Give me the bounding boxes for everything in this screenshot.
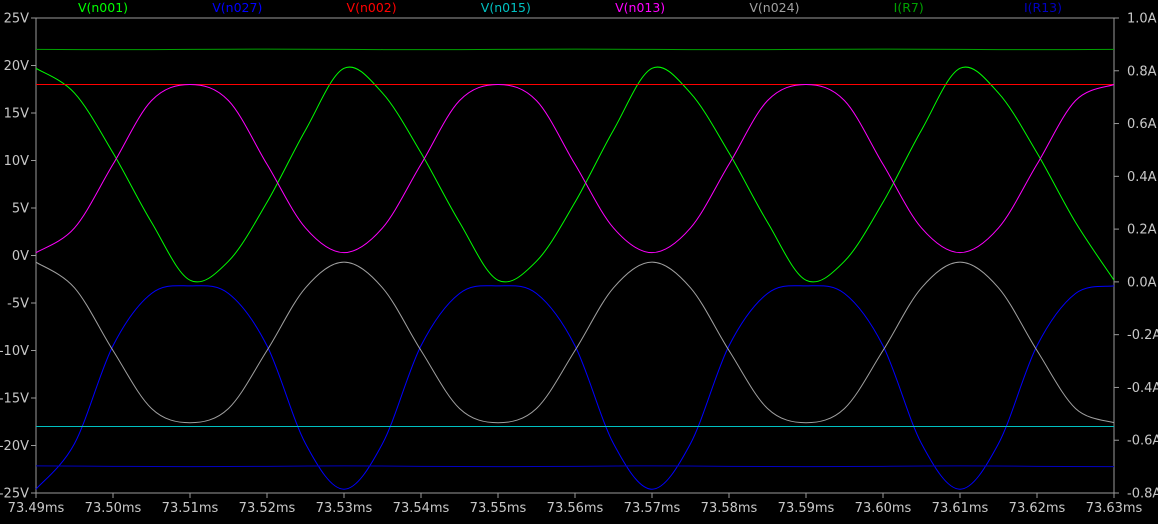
y-left-tick-label: -15V [0,392,29,407]
x-tick-label: 73.52ms [239,501,296,516]
x-tick-label: 73.58ms [701,501,758,516]
y-left-tick-label: 5V [12,202,29,217]
plot-canvas: 25V 20V 15V 10V 5V 0V -5V -10V -15V -20V -25V 1.0A 0… [0,0,1158,516]
x-tick-label: 73.51ms [162,501,219,516]
legend-entry-i-r7[interactable]: I(R7) [894,0,924,15]
plot-frame [35,17,1115,494]
x-tick-label: 73.50ms [85,501,142,516]
y-left-tick-label: 25V [4,12,30,27]
y-right-tick-label: 1.0A [1127,12,1157,27]
y-right-tick-label: 0.8A [1127,64,1157,79]
series-line-i-r7 [35,48,1115,51]
y-left-tick-label: -10V [0,344,29,359]
y-left-tick-label: -5V [7,297,29,312]
legend-entry-v-n027[interactable]: V(n027) [212,0,262,15]
x-tick-label: 73.56ms [547,501,604,516]
x-tick-label: 73.61ms [932,501,989,516]
legend-entry-v-n001[interactable]: V(n001) [78,0,128,15]
y-right-tick-label: 0.6A [1127,117,1157,132]
y-left-tick-label: 10V [4,154,30,169]
y-right-tick-label: 0.2A [1127,223,1157,238]
legend-entry-v-n024[interactable]: V(n024) [749,0,799,15]
legend-entry-i-r13[interactable]: I(R13) [1024,0,1062,15]
legend-entry-v-n015[interactable]: V(n015) [481,0,531,15]
y-right-tick-label: 0.0A [1127,275,1157,290]
y-left-tick-label: 0V [12,249,29,264]
x-tick-label: 73.49ms [8,501,65,516]
legend-entry-v-n013[interactable]: V(n013) [615,0,665,15]
y-right-tick-label: -0.4A [1127,381,1158,396]
x-tick-label: 73.59ms [778,501,835,516]
y-left-tick-label: 15V [4,107,30,122]
legend-entry-v-n002[interactable]: V(n002) [347,0,397,15]
y-left-tick-label: 20V [4,59,30,74]
series-line-v-n001 [35,66,1115,283]
y-right-tick-label: -0.2A [1127,328,1158,343]
y-right-tick-label: 0.4A [1127,170,1157,185]
y-left-tick-label: -20V [0,439,29,454]
x-tick-label: 73.55ms [470,501,527,516]
waveform-plot: 25V 20V 15V 10V 5V 0V -5V -10V -15V -20V -25V 1.0A 0… [0,0,1158,519]
series-line-v-n013 [35,83,1115,254]
y-right-tick-label: -0.8A [1127,487,1158,502]
series-line-v-n027 [35,285,1115,490]
x-tick-label: 73.54ms [393,501,450,516]
y-right-tick-label: -0.6A [1127,434,1158,449]
x-tick-label: 73.63ms [1086,501,1143,516]
y-left-tick-label: -25V [0,487,29,502]
x-tick-label: 73.60ms [855,501,912,516]
x-tick-label: 73.62ms [1009,501,1066,516]
x-tick-label: 73.53ms [316,501,373,516]
x-tick-label: 73.57ms [624,501,681,516]
series-line-i-r13 [35,465,1115,468]
